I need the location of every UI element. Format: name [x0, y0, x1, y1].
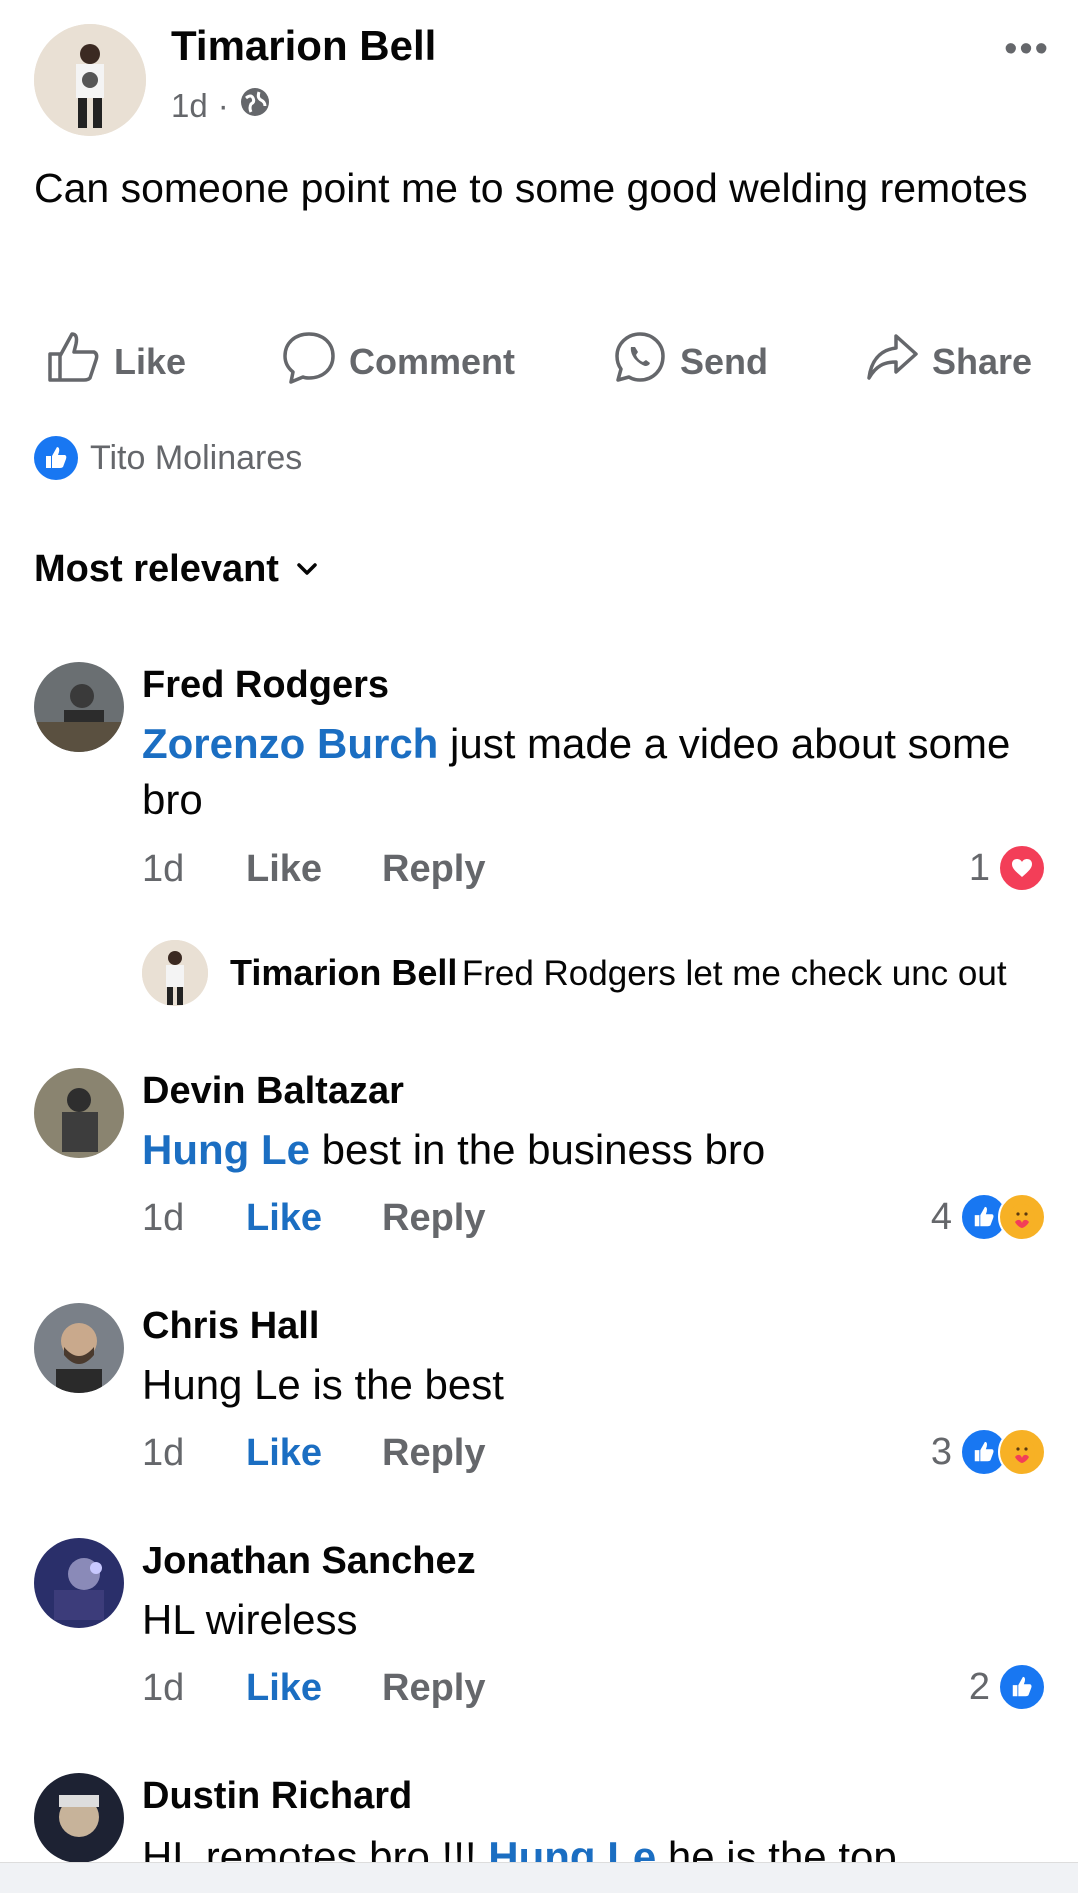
comment-reactions[interactable]: 2: [969, 1663, 1046, 1711]
post-meta: 1d ·: [171, 86, 271, 126]
comment-like-button[interactable]: Like: [246, 1197, 382, 1240]
globe-icon: [239, 86, 271, 126]
reaction-count: 3: [930, 1430, 952, 1473]
comment-composer-bar[interactable]: [0, 1862, 1078, 1893]
reaction-count: 1: [968, 846, 990, 889]
comment-actions: 1d Like Reply: [142, 1667, 485, 1710]
comment-reactions[interactable]: 3: [931, 1428, 1046, 1476]
like-button[interactable]: Like: [46, 330, 186, 393]
comment-reply-button[interactable]: Reply: [382, 1197, 485, 1240]
comment-reactions[interactable]: 4: [931, 1193, 1046, 1241]
like-reaction-icon: [998, 1663, 1046, 1711]
reaction-count: 2: [968, 1665, 990, 1708]
send-button-label: Send: [680, 340, 769, 382]
comment-avatar[interactable]: [34, 1303, 124, 1393]
comment-body: best in the business bro: [309, 1126, 766, 1173]
likes-summary-name: Tito Molinares: [90, 438, 303, 477]
reply-text: Fred Rodgers let me check unc out: [461, 954, 1007, 993]
comment-body: HL remotes bro !!!: [142, 1833, 489, 1862]
meta-separator: ·: [217, 87, 229, 124]
comment-avatar[interactable]: [34, 1068, 124, 1158]
care-reaction-icon: [998, 1193, 1046, 1241]
comment-time: 1d: [142, 1197, 185, 1239]
comment-author-name[interactable]: Fred Rodgers: [142, 664, 389, 707]
comment-actions: 1d Like Reply: [142, 1432, 485, 1475]
thumbs-up-icon: [46, 330, 102, 393]
reaction-count: 4: [930, 1195, 952, 1238]
comment-reactions[interactable]: 1: [969, 844, 1046, 892]
comment-like-button[interactable]: Like: [246, 1432, 382, 1475]
comment-time: 1d: [142, 1432, 185, 1474]
comment-button-label: Comment: [349, 340, 516, 382]
comment-avatar[interactable]: [34, 1538, 124, 1628]
likes-summary[interactable]: Tito Molinares: [34, 436, 302, 480]
chevron-down-icon: [295, 548, 319, 591]
comment-like-button[interactable]: Like: [246, 848, 382, 891]
heart-reaction-icon: [998, 844, 1046, 892]
post-author-name[interactable]: Timarion Bell: [171, 22, 436, 70]
share-arrow-icon: [864, 330, 920, 393]
care-reaction-icon: [998, 1428, 1046, 1476]
reply-author-name: Timarion Bell Fred Rodgers let me check …: [230, 952, 1007, 994]
comment-reply: Timarion Bell Fred Rodgers let me check …: [142, 940, 1007, 1006]
send-button[interactable]: Send: [612, 330, 768, 393]
author-avatar[interactable]: [34, 24, 146, 136]
comment-reply-button[interactable]: Reply: [382, 1432, 485, 1475]
reply-author[interactable]: Timarion Bell: [230, 952, 457, 993]
mention-link[interactable]: Zorenzo Burch: [142, 720, 438, 767]
reply-avatar[interactable]: [142, 940, 208, 1006]
comment-author-name[interactable]: Jonathan Sanchez: [142, 1540, 476, 1583]
comment-text: Hung Le best in the business bro: [142, 1122, 1022, 1178]
whatsapp-icon: [612, 330, 668, 393]
post-time: 1d: [171, 87, 208, 124]
comment-reply-button[interactable]: Reply: [382, 848, 485, 891]
comment-body: he is the top: [656, 1833, 897, 1862]
comment-bubble-icon: [281, 330, 337, 393]
share-button[interactable]: Share: [864, 330, 1032, 393]
comment-button[interactable]: Comment: [281, 330, 515, 393]
like-reaction-icon: [34, 436, 78, 480]
comment-author-name[interactable]: Chris Hall: [142, 1305, 319, 1348]
mention-link[interactable]: Hung Le: [142, 1126, 310, 1173]
comment-like-button[interactable]: Like: [246, 1667, 382, 1710]
comment-sort-dropdown[interactable]: Most relevant: [34, 548, 319, 591]
comment-text: HL remotes bro !!! Hung Le he is the top: [142, 1829, 1022, 1862]
post-action-bar: Like Comment Send Share: [34, 330, 1044, 390]
comment-text: HL wireless: [142, 1596, 358, 1643]
comment-actions: 1d Like Reply: [142, 848, 485, 891]
comment-avatar[interactable]: [34, 1773, 124, 1863]
more-options-icon[interactable]: •••: [1004, 28, 1050, 71]
comment-text: Hung Le is the best: [142, 1361, 504, 1408]
mention-link[interactable]: Hung Le: [488, 1833, 656, 1862]
comment-time: 1d: [142, 1667, 185, 1709]
post-text: Can someone point me to some good weldin…: [34, 165, 1028, 211]
comment-avatar[interactable]: [34, 662, 124, 752]
share-button-label: Share: [932, 340, 1033, 382]
sort-label: Most relevant: [34, 548, 279, 590]
comment-reply-button[interactable]: Reply: [382, 1667, 485, 1710]
comment-time: 1d: [142, 848, 185, 890]
comment-author-name[interactable]: Devin Baltazar: [142, 1070, 404, 1113]
like-button-label: Like: [114, 340, 187, 382]
comment-text: Zorenzo Burch just made a video about so…: [142, 716, 1022, 828]
comment-author-name[interactable]: Dustin Richard: [142, 1775, 412, 1818]
comment-actions: 1d Like Reply: [142, 1197, 485, 1240]
